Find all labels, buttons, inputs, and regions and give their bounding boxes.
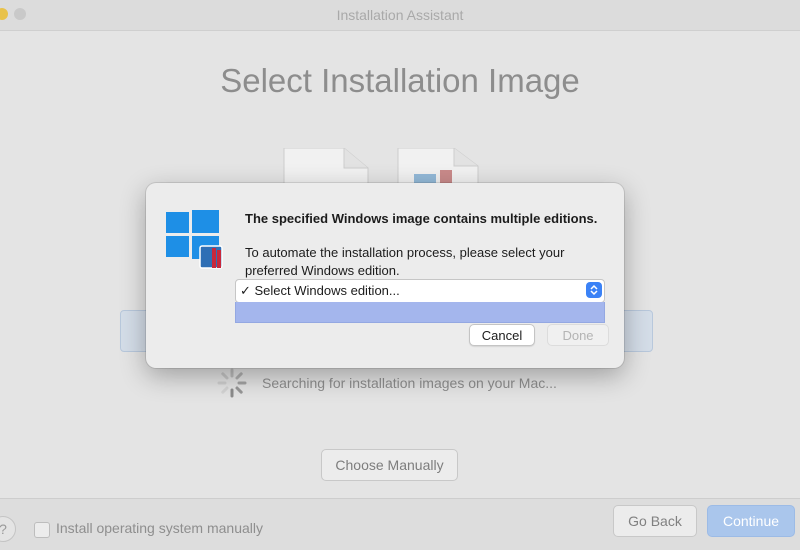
- go-back-button[interactable]: Go Back: [613, 505, 697, 537]
- cancel-button[interactable]: Cancel: [469, 324, 535, 346]
- window-title: Installation Assistant: [336, 7, 464, 23]
- dialog-message: To automate the installation process, pl…: [245, 245, 565, 278]
- select-option-highlighted[interactable]: [235, 302, 605, 323]
- continue-button[interactable]: Continue: [707, 505, 795, 537]
- title-bar: Installation Assistant: [0, 0, 800, 31]
- windows-logo-icon: [166, 210, 223, 269]
- choose-manually-button[interactable]: Choose Manually: [321, 449, 458, 481]
- loading-spinner-icon: [217, 368, 247, 398]
- windows-edition-select[interactable]: ✓ Select Windows edition...: [235, 279, 605, 303]
- select-current-value: ✓ Select Windows edition...: [240, 283, 400, 298]
- search-status: Searching for installation images on you…: [216, 368, 557, 398]
- dialog-title: The specified Windows image contains mul…: [245, 211, 598, 226]
- installation-assistant-window: Installation Assistant Select Installati…: [0, 0, 800, 550]
- parallels-badge-icon: [199, 245, 223, 269]
- install-manually-label: Install operating system manually: [56, 520, 263, 536]
- install-manually-checkbox[interactable]: [34, 522, 50, 538]
- page-heading: Select Installation Image: [220, 62, 580, 99]
- done-button[interactable]: Done: [547, 324, 609, 346]
- search-status-text: Searching for installation images on you…: [262, 375, 557, 391]
- edition-select-dialog: The specified Windows image contains mul…: [146, 183, 624, 368]
- select-arrows-icon: [586, 282, 602, 298]
